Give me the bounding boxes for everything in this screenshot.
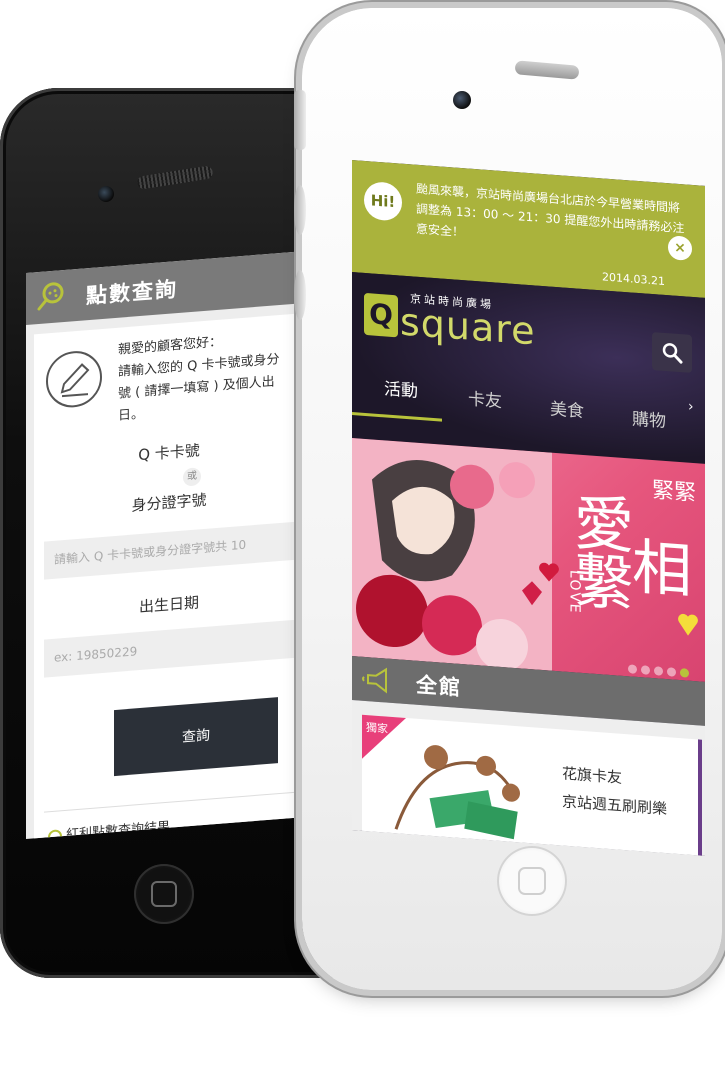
tab-cardholders[interactable]: 卡友 <box>468 385 502 412</box>
heart-icon <box>539 562 559 582</box>
carousel-dot-active[interactable] <box>680 668 689 678</box>
intro-text: 親愛的顧客您好： 請輸入您的 Q 卡卡號或身分 號 ( 請擇一填寫 ) 及個人出… <box>118 334 280 424</box>
logo-q-mark[interactable]: Q <box>364 292 398 338</box>
back-phone-screen: 點數查詢 親愛的顧客您好： 請輸入您的 Q 卡卡號或身分 號 ( 請擇一填寫 )… <box>26 251 304 840</box>
notice-text: 颱風來襲，京站時尚廣場台北店於今早營業時間將調整為 13：00 ～ 21：30 … <box>416 181 685 240</box>
home-square-icon <box>151 881 177 907</box>
front-camera <box>453 91 471 109</box>
id-number-label: 身分證字號 <box>131 490 207 515</box>
volume-up-button <box>294 185 306 235</box>
brand-header: Q 京站時尚廣場 square 活動 卡友 美食 購物 › <box>352 272 705 464</box>
heart-icon <box>678 613 698 636</box>
tab-activities[interactable]: 活動 <box>384 374 418 401</box>
divider <box>44 790 304 813</box>
banner-title-col1: 愛 繫 <box>574 488 634 621</box>
promo-banner[interactable]: 緊緊 愛 繫 相 LOVE <box>352 438 705 682</box>
front-camera <box>98 186 114 202</box>
banner-love-text: LOVE <box>566 569 583 616</box>
carousel-dot[interactable] <box>641 665 650 675</box>
tab-shopping[interactable]: 購物 <box>632 405 666 432</box>
megaphone-icon <box>362 667 387 694</box>
promo-list: 獨家 花旗卡友 京站週五刷刷樂 <box>352 700 705 856</box>
search-magnifier-icon <box>37 282 64 311</box>
banner-small-text: 緊緊 <box>652 478 697 507</box>
list-item-title: 花旗卡友 京站週五刷刷樂 <box>562 764 668 819</box>
query-form-card: 親愛的顧客您好： 請輸入您的 Q 卡卡號或身分 號 ( 請擇一填寫 ) 及個人出… <box>34 313 304 840</box>
front-phone-screen: Hi! 颱風來襲，京站時尚廣場台北店於今早營業時間將調整為 13：00 ～ 21… <box>352 160 705 856</box>
logo-wordmark: square <box>400 299 536 354</box>
birthdate-input[interactable]: ex: 19850229 <box>44 618 304 678</box>
floral-papercut-illustration <box>394 745 520 840</box>
pencil-icon <box>46 351 102 408</box>
carousel-dot[interactable] <box>654 666 663 676</box>
chevron-right-icon[interactable]: › <box>688 399 694 415</box>
query-button[interactable]: 查詢 <box>114 697 278 777</box>
or-separator: 或 <box>183 467 201 487</box>
tab-food[interactable]: 美食 <box>550 395 584 422</box>
carousel-dot[interactable] <box>628 664 637 674</box>
carousel-dot[interactable] <box>667 667 676 677</box>
volume-down-button <box>294 270 306 320</box>
notice-date: 2014.03.21 <box>602 270 665 288</box>
card-or-id-input[interactable]: 請輸入 Q 卡卡號或身分證字號共 10 <box>44 520 304 580</box>
hi-badge: Hi! <box>364 180 402 222</box>
search-icon <box>662 343 683 364</box>
page-title: 點數查詢 <box>86 277 178 309</box>
couple-illustration <box>352 438 552 671</box>
mute-switch <box>294 90 306 150</box>
section-title: 全館 <box>416 672 462 701</box>
search-button[interactable] <box>652 332 692 373</box>
banner-title-col2: 相 <box>632 532 692 607</box>
home-square-icon <box>518 867 546 895</box>
active-tab-indicator <box>352 412 442 422</box>
card-number-label: Q 卡卡號 <box>138 441 200 465</box>
birthdate-label: 出生日期 <box>138 593 199 617</box>
